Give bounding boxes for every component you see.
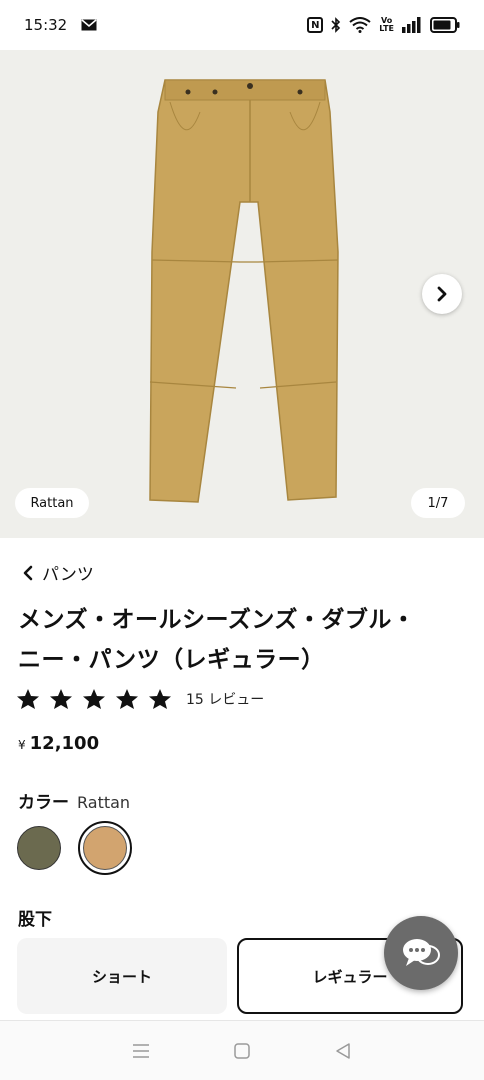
- next-image-button[interactable]: [422, 274, 462, 314]
- image-counter: 1/7: [411, 488, 465, 518]
- product-image-pants: [149, 79, 339, 503]
- mail-icon: [81, 19, 97, 31]
- bluetooth-icon: [331, 17, 341, 33]
- inseam-option-short[interactable]: ショート: [17, 938, 227, 1014]
- color-swatch-rattan-selected[interactable]: [78, 821, 132, 875]
- nfc-icon: N: [307, 17, 324, 33]
- color-swatch-olive[interactable]: [17, 826, 61, 870]
- star-icon: [149, 689, 171, 709]
- status-time: 15:32: [24, 16, 68, 34]
- inseam-option-label: ショート: [91, 967, 152, 986]
- signal-icon: [402, 17, 421, 33]
- menu-icon[interactable]: [132, 1043, 150, 1059]
- star-icon: [50, 689, 72, 709]
- inseam-label: 股下: [18, 910, 52, 930]
- chat-button[interactable]: [384, 916, 458, 990]
- product-title: メンズ・オールシーズンズ・ダブル・ニー・パンツ（レギュラー）: [18, 607, 416, 673]
- color-swatch-rattan: [83, 826, 127, 870]
- battery-icon: [430, 17, 460, 33]
- chevron-right-icon: [437, 286, 447, 302]
- price-value: 12,100: [29, 733, 100, 754]
- status-icons: N Vo LTE: [307, 17, 460, 33]
- volte-text-bottom: LTE: [379, 24, 394, 33]
- system-nav-bar: [0, 1020, 484, 1080]
- price: ¥ 12,100: [18, 733, 99, 754]
- review-count[interactable]: 15 レビュー: [186, 689, 264, 709]
- status-bar: 15:32 N Vo LTE: [0, 0, 484, 50]
- rating[interactable]: 15 レビュー: [16, 688, 264, 710]
- color-tag: Rattan: [15, 488, 89, 518]
- price-currency: ¥: [18, 738, 26, 752]
- star-icon: [83, 689, 105, 709]
- home-square-icon[interactable]: [233, 1042, 251, 1060]
- color-label-row: カラー Rattan: [18, 788, 130, 813]
- star-icon: [17, 689, 39, 709]
- color-label: カラー: [18, 793, 69, 813]
- chat-bubbles-icon: [403, 939, 440, 966]
- star-icon: [116, 689, 138, 709]
- chevron-left-icon: [23, 565, 33, 580]
- volte-icon: Vo LTE: [379, 17, 394, 33]
- inseam-option-label: レギュラー: [312, 967, 388, 986]
- star-rating: [16, 688, 172, 710]
- selected-color-name: Rattan: [77, 793, 131, 812]
- wifi-icon: [349, 17, 371, 33]
- breadcrumb[interactable]: パンツ: [22, 560, 94, 585]
- back-triangle-icon[interactable]: [334, 1042, 352, 1060]
- product-image-gallery[interactable]: Rattan 1/7: [0, 50, 484, 538]
- breadcrumb-label: パンツ: [42, 565, 94, 585]
